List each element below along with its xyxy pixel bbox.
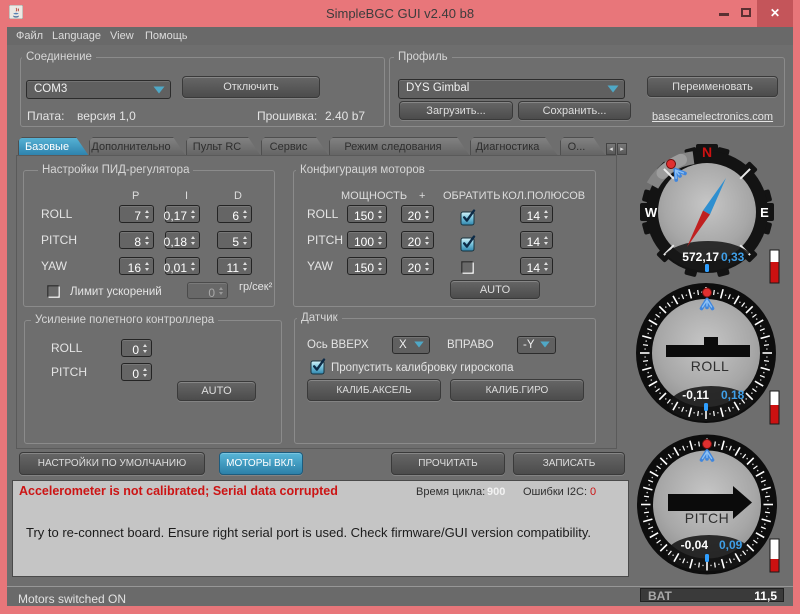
svg-text:0,33: 0,33 [721,250,745,264]
svg-text:572,17: 572,17 [682,250,719,264]
svg-text:E: E [760,205,769,220]
svg-text:ROLL: ROLL [691,358,730,374]
svg-text:0,09: 0,09 [719,538,743,552]
svg-text:-0,04: -0,04 [681,538,709,552]
svg-text:0,18: 0,18 [721,388,745,402]
svg-text:N: N [702,144,712,160]
svg-text:W: W [645,205,658,220]
svg-text:-0,11: -0,11 [682,388,709,402]
svg-text:PITCH: PITCH [685,510,730,526]
